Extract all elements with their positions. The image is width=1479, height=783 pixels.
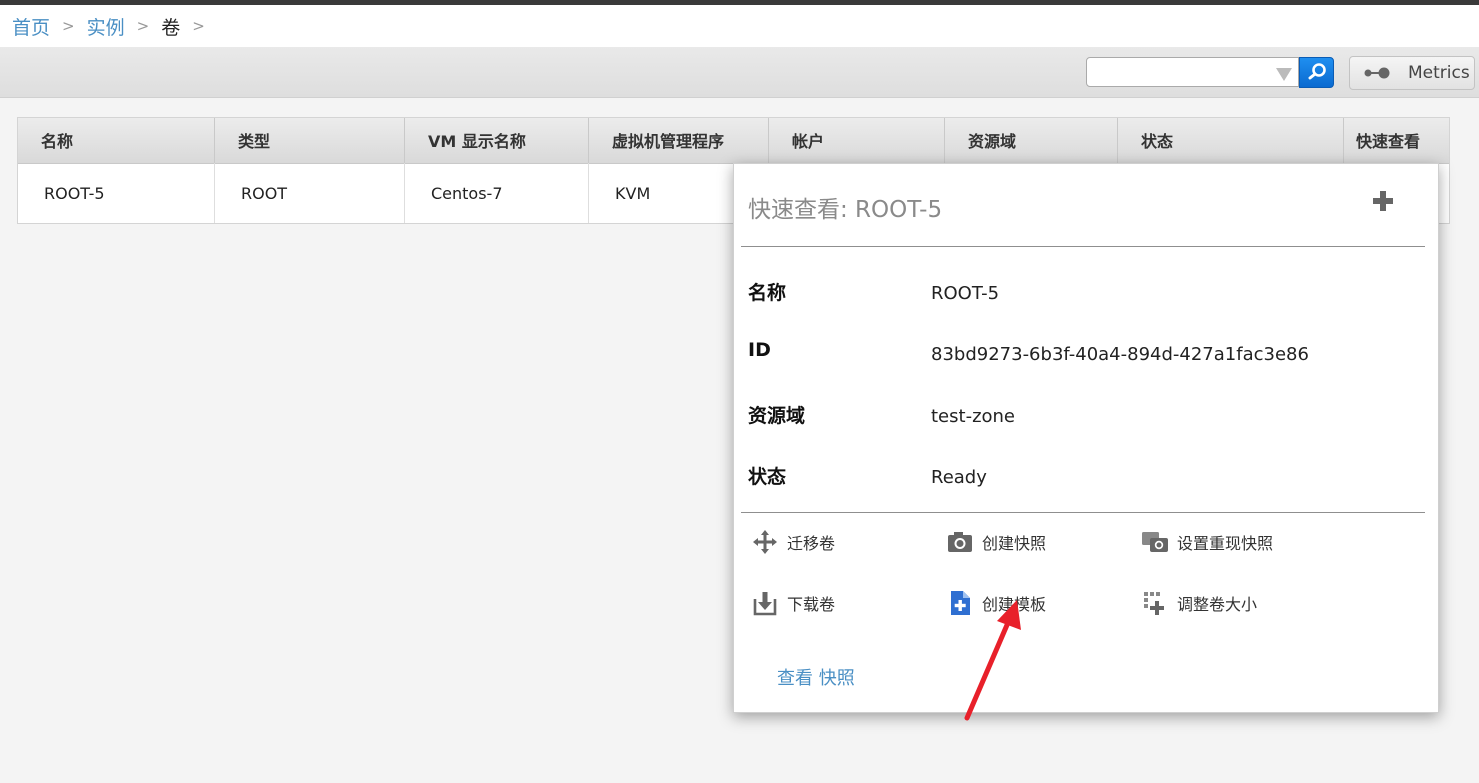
move-icon	[753, 530, 777, 554]
cell-vm-display-name: Centos-7	[405, 163, 589, 223]
breadcrumb-volumes: 卷	[161, 16, 181, 39]
search-icon	[1308, 63, 1326, 80]
cell-name: ROOT-5	[18, 163, 215, 223]
plus-icon[interactable]	[1370, 188, 1396, 214]
column-header-name[interactable]: 名称	[18, 118, 215, 163]
resize-icon	[1144, 592, 1164, 615]
table-header: 名称 类型 VM 显示名称 虚拟机管理程序 帐户 资源域 状态 快速查看	[18, 118, 1449, 164]
field-value-zone: test-zone	[931, 406, 1016, 427]
column-header-account[interactable]: 帐户	[769, 118, 945, 163]
field-label-state: 状态	[748, 466, 787, 488]
column-header-vm-display-name[interactable]: VM 显示名称	[405, 118, 589, 163]
metrics-toggle-icon	[1364, 67, 1390, 79]
search-box	[1086, 57, 1299, 87]
field-label-zone: 资源域	[748, 405, 806, 427]
download-icon	[753, 592, 777, 616]
column-header-quickview: 快速查看	[1356, 132, 1421, 151]
recurring-snapshot-icon	[1142, 532, 1168, 552]
toolbar: Metrics	[0, 47, 1479, 98]
recurring-snapshot-label: 设置重现快照	[1177, 534, 1274, 553]
breadcrumb-home[interactable]: 首页	[12, 13, 50, 40]
create-snapshot-label: 创建快照	[982, 534, 1047, 553]
cell-type: ROOT	[215, 163, 405, 223]
camera-icon	[948, 532, 972, 552]
breadcrumb-instances[interactable]: 实例	[87, 13, 125, 40]
breadcrumb-separator: >	[62, 17, 75, 35]
annotation-arrow-icon	[964, 600, 1021, 721]
migrate-volume-label: 迁移卷	[787, 534, 836, 553]
field-label-id: ID	[748, 339, 771, 361]
metrics-label: Metrics	[1408, 63, 1470, 83]
breadcrumb-separator: >	[192, 17, 205, 35]
field-value-id: 83bd9273-6b3f-40a4-894d-427a1fac3e86	[931, 344, 1309, 365]
metrics-button[interactable]: Metrics	[1349, 56, 1475, 90]
field-value-name: ROOT-5	[931, 283, 1000, 304]
download-volume-label: 下载卷	[787, 595, 836, 614]
resize-volume-action[interactable]: 调整卷大小	[1141, 589, 1257, 617]
field-label-name: 名称	[748, 282, 787, 304]
quickview-panel: 快速查看: ROOT-5 名称 ROOT-5 ID 83bd9273-6b3f-…	[733, 163, 1439, 713]
column-header-state[interactable]: 状态	[1118, 118, 1344, 163]
column-header-zone[interactable]: 资源域	[945, 118, 1118, 163]
resize-volume-label: 调整卷大小	[1177, 595, 1258, 614]
column-header-type[interactable]: 类型	[215, 118, 405, 163]
breadcrumb: 首页 > 实例 > 卷 >	[0, 5, 1479, 47]
snapshots-link[interactable]: 快照	[819, 668, 855, 689]
view-link-label: 查看	[777, 668, 813, 689]
recurring-snapshot-action[interactable]: 设置重现快照	[1141, 528, 1273, 556]
quickview-title: 快速查看: ROOT-5	[748, 197, 943, 223]
field-value-state: Ready	[931, 467, 987, 488]
column-header-hypervisor[interactable]: 虚拟机管理程序	[589, 118, 769, 163]
search-button[interactable]	[1299, 57, 1334, 88]
divider	[741, 246, 1425, 247]
divider	[741, 512, 1425, 513]
breadcrumb-separator: >	[136, 17, 150, 35]
search-input[interactable]	[1093, 59, 1277, 87]
create-snapshot-action[interactable]: 创建快照	[946, 528, 1046, 556]
download-volume-action[interactable]: 下载卷	[751, 589, 835, 617]
filter-dropdown-icon[interactable]	[1276, 68, 1292, 81]
migrate-volume-action[interactable]: 迁移卷	[751, 528, 835, 556]
view-links: 查看 快照	[777, 664, 855, 690]
